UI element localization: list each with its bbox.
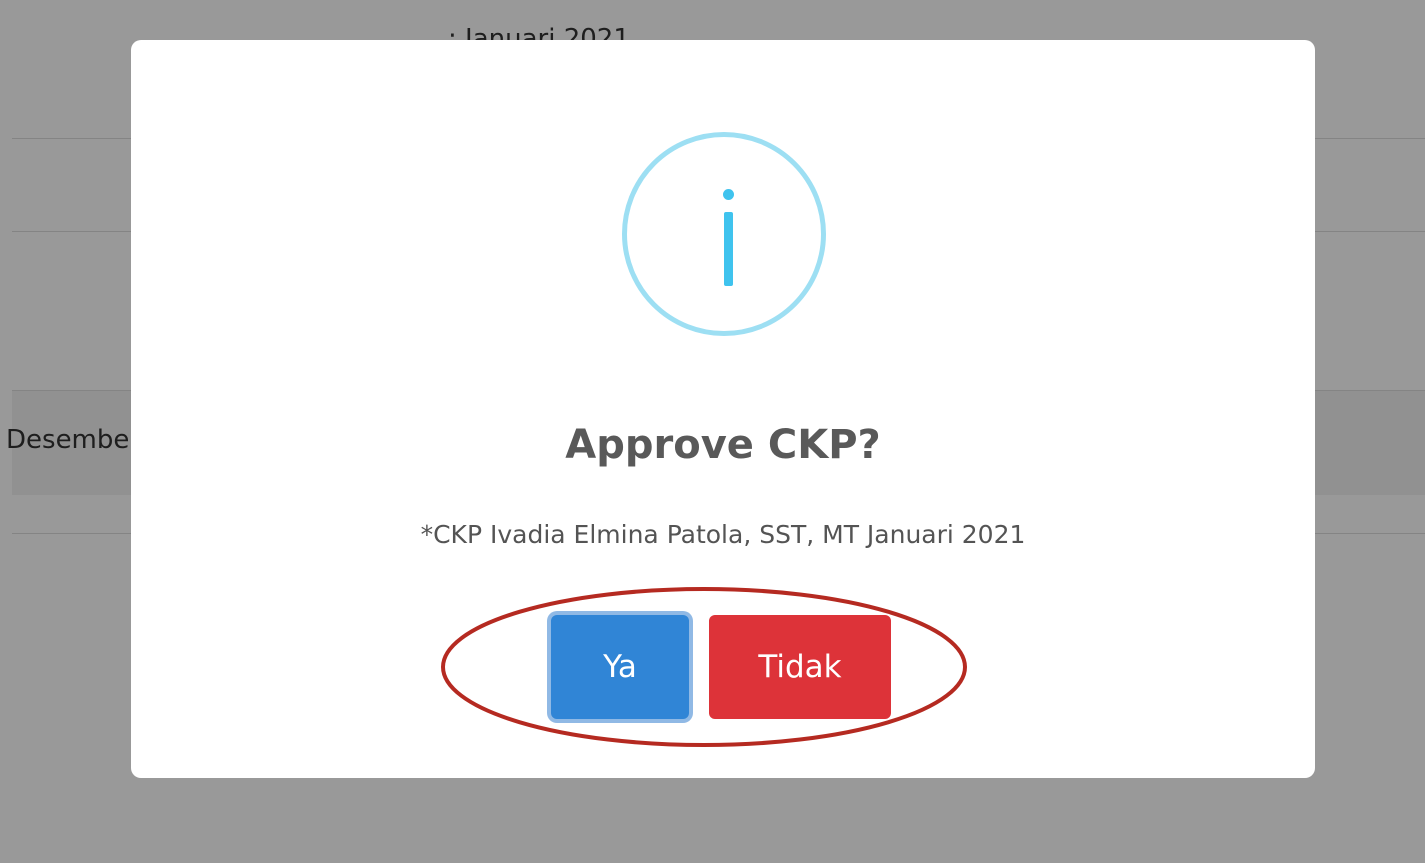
dialog-title: Approve CKP?: [565, 422, 881, 468]
approve-dialog: Approve CKP? *CKP Ivadia Elmina Patola, …: [131, 40, 1315, 778]
info-icon-bar: [724, 212, 733, 286]
info-icon-dot: [723, 189, 734, 200]
info-icon: [622, 132, 826, 336]
cancel-button[interactable]: Tidak: [709, 615, 891, 719]
confirm-button[interactable]: Ya: [551, 615, 689, 719]
dialog-message: *CKP Ivadia Elmina Patola, SST, MT Janua…: [420, 520, 1026, 549]
